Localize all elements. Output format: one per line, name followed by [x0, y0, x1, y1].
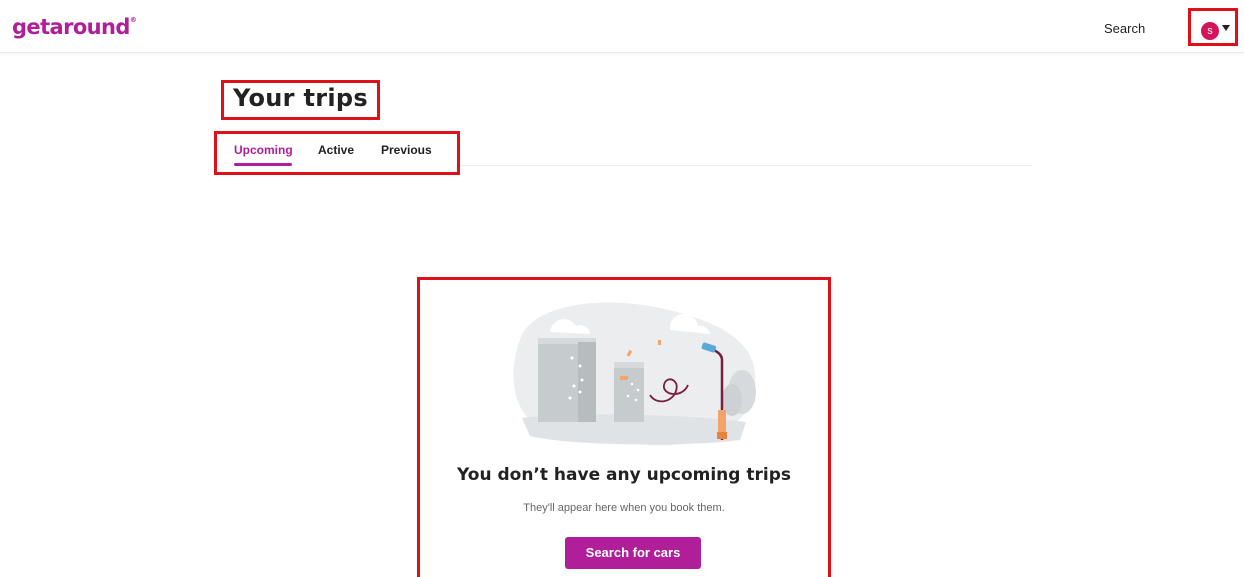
tabs-divider: [460, 165, 1032, 166]
caret-down-icon: [1222, 25, 1230, 31]
top-nav: getaround® Search: [0, 0, 1244, 53]
user-menu-button[interactable]: s: [1188, 8, 1238, 46]
active-tab-indicator: [234, 163, 292, 166]
empty-state-title: You don’t have any upcoming trips: [457, 465, 791, 485]
page-title: Your trips: [233, 84, 368, 112]
tab-active[interactable]: Active: [318, 143, 354, 157]
city-street-illustration: [513, 302, 756, 446]
tab-upcoming[interactable]: Upcoming: [234, 143, 293, 157]
empty-state-subtitle: They'll appear here when you book them.: [523, 502, 725, 514]
search-nav-link[interactable]: Search: [1104, 21, 1145, 36]
tab-previous[interactable]: Previous: [381, 143, 432, 157]
search-for-cars-button[interactable]: Search for cars: [565, 537, 701, 569]
getaround-logo[interactable]: getaround®: [12, 15, 137, 39]
avatar: s: [1201, 22, 1219, 40]
